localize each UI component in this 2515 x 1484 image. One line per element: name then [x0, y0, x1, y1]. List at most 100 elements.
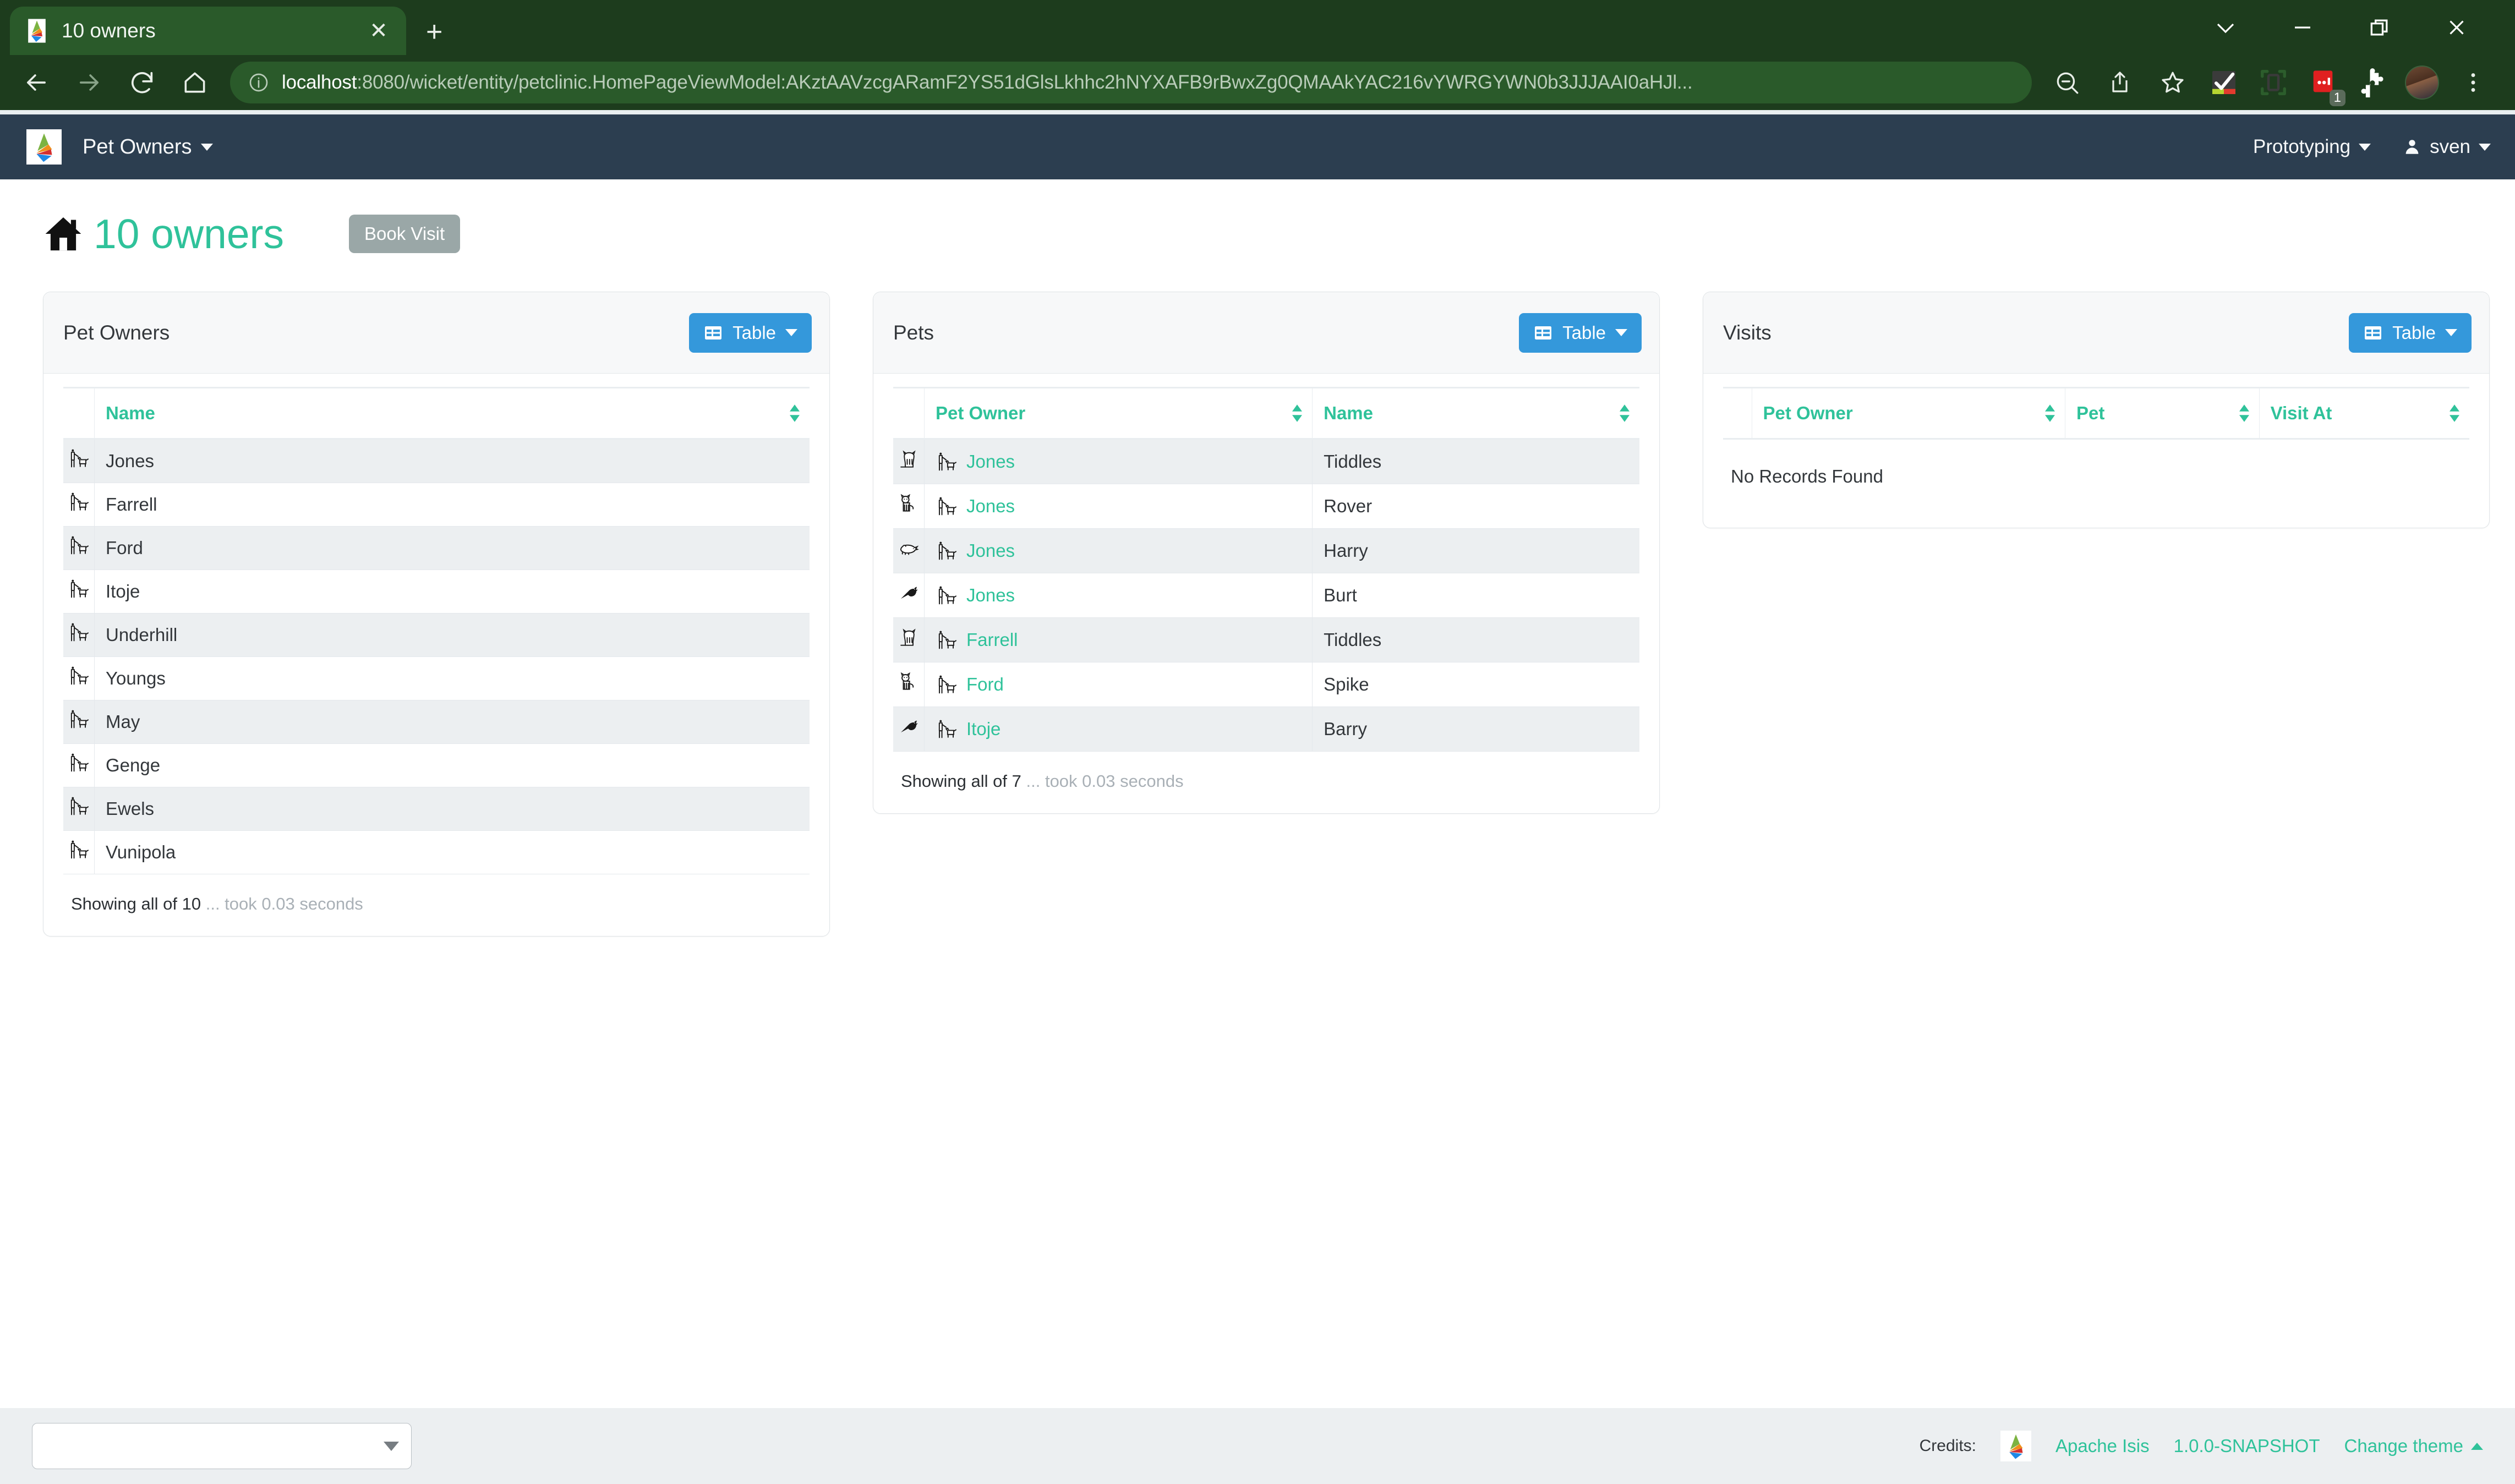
checkmark-extension-icon[interactable] [2200, 59, 2248, 106]
cell-pet-name: Spike [1312, 662, 1639, 707]
sort-icon[interactable] [2450, 404, 2459, 422]
table-view-button[interactable]: Table [2349, 313, 2472, 353]
table-header-row: Pet Owner Pet Visit At [1723, 387, 2469, 440]
showing-timing: ... took 0.03 seconds [205, 894, 363, 913]
nav-item-prototyping[interactable]: Prototyping [2253, 136, 2371, 158]
row-entity-icon-cell [63, 743, 95, 787]
pet-owner-link[interactable]: Jones [966, 540, 1015, 561]
apache-isis-link[interactable]: Apache Isis [2055, 1436, 2150, 1456]
column-header-pet-owner[interactable]: Pet Owner [1751, 387, 2065, 440]
tablet-extension-icon[interactable] [2250, 59, 2297, 106]
pet-owner-link[interactable]: Farrell [966, 629, 1018, 650]
nav-item-prototyping-label: Prototyping [2253, 136, 2351, 157]
column-header-visit-at[interactable]: Visit At [2259, 387, 2469, 440]
site-info-icon[interactable] [248, 72, 270, 94]
window-restore-icon[interactable] [2341, 0, 2418, 55]
table-row[interactable]: Farrell Tiddles [893, 617, 1639, 662]
person-walking-dog-icon [68, 579, 91, 605]
forward-arrow-icon[interactable] [64, 57, 114, 108]
table-row[interactable]: Underhill [63, 613, 810, 657]
cell-pet-name: Tiddles [1312, 439, 1639, 484]
panel-title: Pet Owners [63, 321, 170, 344]
cell-pet-owner: Itoje [923, 707, 1313, 752]
row-entity-icon-cell [63, 439, 95, 483]
change-theme-button[interactable]: Change theme [2344, 1436, 2483, 1456]
person-walking-dog-icon [936, 495, 958, 517]
row-entity-icon-cell [63, 787, 95, 831]
table-row[interactable]: Ford Spike [893, 662, 1639, 707]
reload-icon[interactable] [117, 57, 167, 108]
home-icon[interactable] [170, 57, 220, 108]
zoom-out-icon[interactable] [2042, 57, 2092, 108]
person-walking-dog-icon [936, 540, 958, 562]
column-header-name[interactable]: Name [1312, 387, 1639, 440]
column-header-pet-owner[interactable]: Pet Owner [923, 387, 1313, 440]
address-bar[interactable]: localhost:8080/wicket/entity/petclinic.H… [230, 62, 2032, 103]
table-row[interactable]: Itoje Barry [893, 707, 1639, 752]
table-row[interactable]: May [63, 700, 810, 744]
book-visit-button[interactable]: Book Visit [349, 215, 461, 253]
table-row[interactable]: Jones Harry [893, 528, 1639, 573]
pet-owner-link[interactable]: Jones [966, 585, 1015, 606]
nav-item-user[interactable]: sven [2403, 136, 2491, 158]
table-row[interactable]: Farrell [63, 483, 810, 527]
window-minimize-icon[interactable] [2264, 0, 2341, 55]
table-row[interactable]: Jones Burt [893, 573, 1639, 618]
column-header-name[interactable]: Name [94, 387, 810, 440]
cat-icon [898, 450, 921, 475]
column-header-label: Pet Owner [1763, 403, 1853, 423]
browser-tab[interactable]: 10 owners ✕ [10, 7, 406, 55]
sort-icon[interactable] [790, 404, 800, 422]
page-title: 10 owners [94, 211, 285, 257]
profile-avatar[interactable] [2398, 59, 2446, 106]
person-walking-dog-icon [68, 753, 91, 779]
column-header-pet[interactable]: Pet [2065, 387, 2260, 440]
window-minimize-group-icon[interactable] [2187, 0, 2264, 55]
puzzle-icon[interactable] [2349, 59, 2396, 106]
share-icon[interactable] [2095, 57, 2145, 108]
window-close-icon[interactable] [2418, 0, 2495, 55]
pet-owner-link[interactable]: Ford [966, 674, 1004, 695]
empty-state-message: No Records Found [1731, 466, 1883, 486]
brand-menu[interactable]: Pet Owners [83, 135, 213, 159]
person-walking-dog-icon [936, 451, 958, 473]
sort-icon[interactable] [1620, 404, 1630, 422]
three-dot-menu-icon[interactable] [2448, 57, 2498, 108]
tab-close-icon[interactable]: ✕ [365, 20, 392, 42]
pet-owner-link[interactable]: Jones [966, 451, 1015, 472]
sort-icon[interactable] [2045, 404, 2055, 422]
table-view-button[interactable]: Table [689, 313, 812, 353]
table-row[interactable]: Jones [63, 439, 810, 483]
table-row[interactable]: Itoje [63, 569, 810, 614]
row-pet-type-icon-cell [893, 439, 925, 484]
table-view-button[interactable]: Table [1519, 313, 1642, 353]
panel-body-pet-owners: Name Jones Farrell Ford Itoje Underhill Young… [43, 374, 829, 936]
back-arrow-icon[interactable] [11, 57, 62, 108]
table-header-gutter [63, 387, 95, 440]
table-row[interactable]: Jones Rover [893, 484, 1639, 529]
panel-title: Pets [893, 321, 934, 344]
theme-select[interactable] [32, 1423, 412, 1469]
row-pet-type-icon-cell [893, 617, 925, 662]
person-walking-dog-icon [936, 718, 958, 740]
table-row[interactable]: Jones Tiddles [893, 439, 1639, 484]
row-pet-type-icon-cell [893, 662, 925, 707]
sort-icon[interactable] [2239, 404, 2249, 422]
table-row[interactable]: Vunipola [63, 830, 810, 874]
new-tab-button[interactable]: + [426, 18, 442, 46]
row-entity-icon-cell [63, 613, 95, 657]
red-extension-icon[interactable]: 1 [2299, 59, 2347, 106]
person-walking-dog-icon [936, 673, 958, 696]
row-entity-icon-cell [63, 569, 95, 614]
star-icon[interactable] [2147, 57, 2198, 108]
table-row[interactable]: Ewels [63, 787, 810, 831]
pet-owner-link[interactable]: Itoje [966, 719, 1000, 740]
pet-owner-link[interactable]: Jones [966, 496, 1015, 517]
sort-icon[interactable] [1292, 404, 1303, 422]
person-walking-dog-icon [68, 623, 91, 648]
table-row[interactable]: Youngs [63, 656, 810, 700]
table-row[interactable]: Genge [63, 743, 810, 787]
table-row[interactable]: Ford [63, 526, 810, 570]
table-view-label: Table [732, 322, 776, 343]
cell-pet-name: Barry [1312, 707, 1639, 752]
